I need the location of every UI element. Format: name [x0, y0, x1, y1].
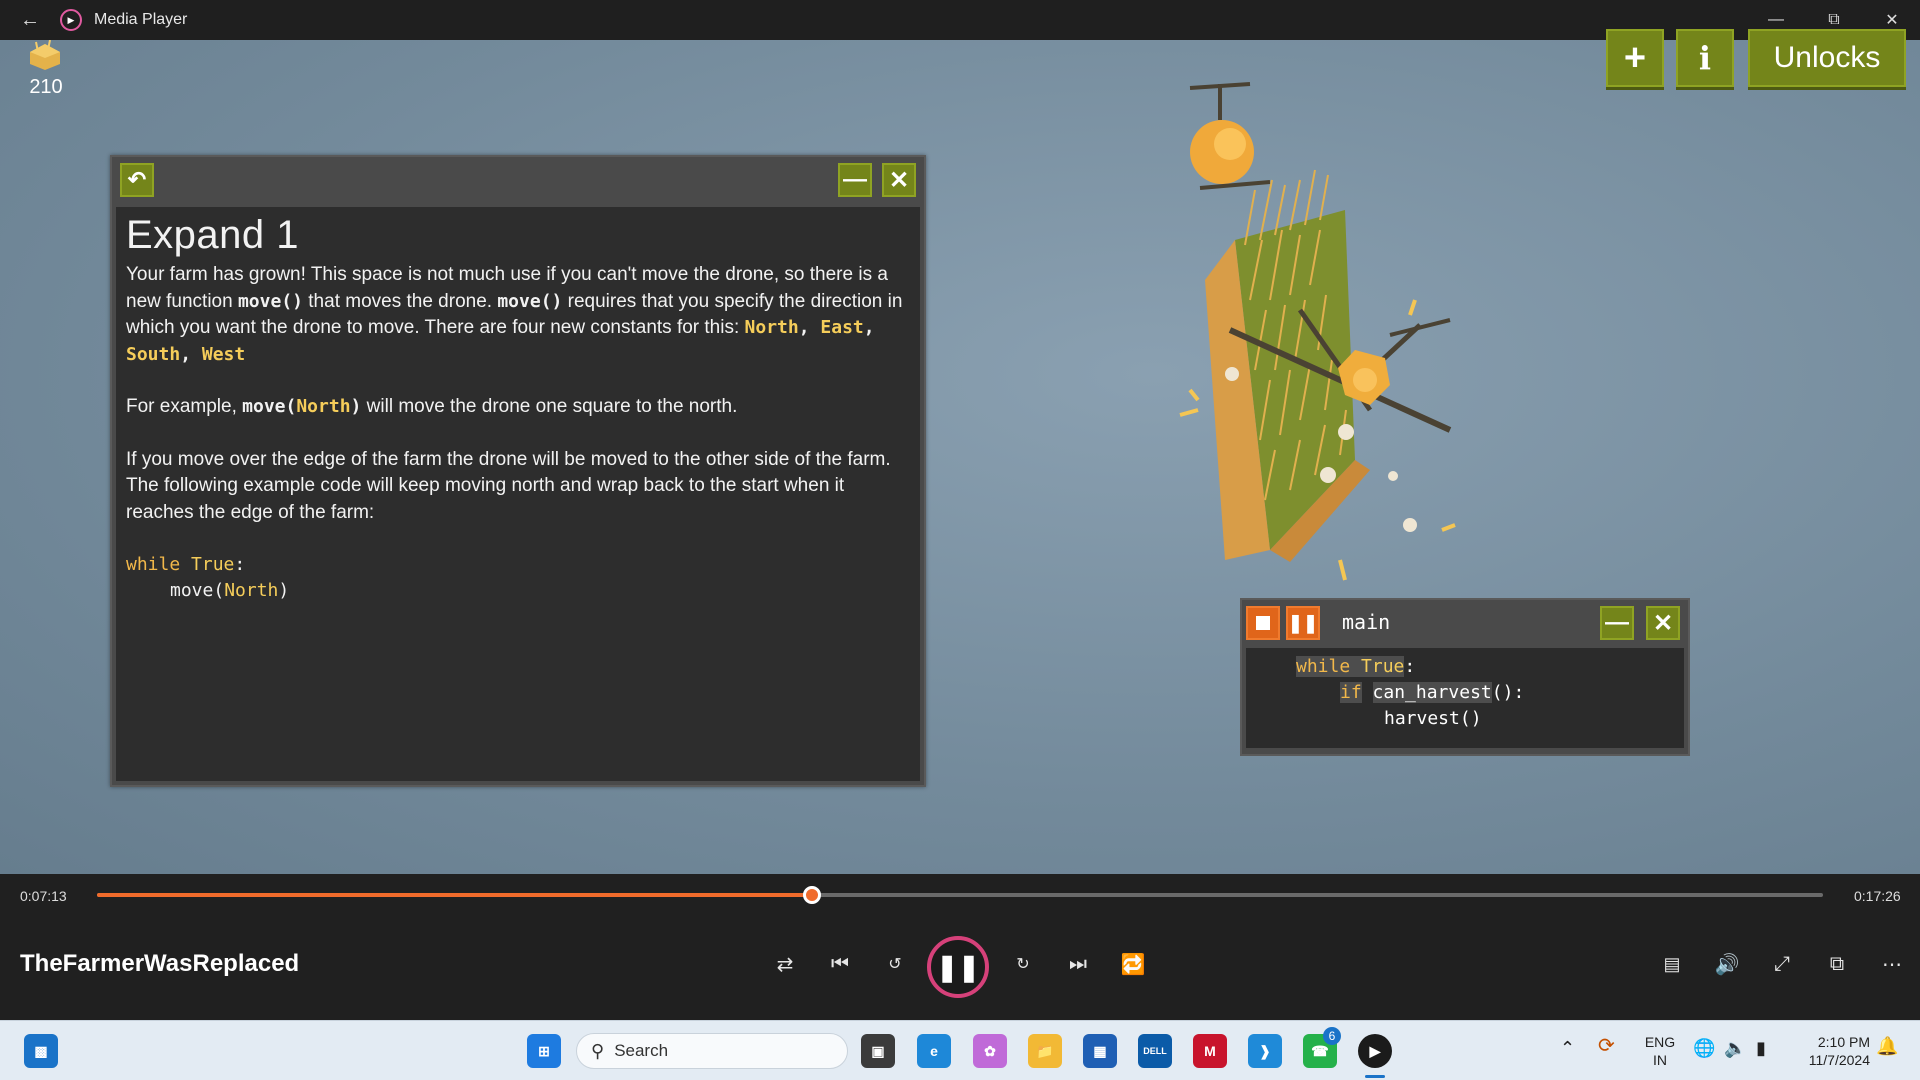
minimize-icon[interactable]: —	[838, 163, 872, 197]
total-time: 0:17:26	[1854, 888, 1901, 904]
back-arrow-icon[interactable]: ←	[0, 0, 60, 40]
clock[interactable]: 2:10 PM 11/7/2024	[1790, 1033, 1870, 1069]
farm-drone-illustration	[1179, 82, 1456, 581]
seek-bar-progress	[97, 893, 812, 897]
shuffle-icon[interactable]: ⇄	[763, 942, 807, 986]
dell-icon[interactable]: DELL	[1138, 1034, 1172, 1068]
info-paragraph-4: The following example code will keep mov…	[126, 475, 845, 523]
fullscreen-icon[interactable]: ⤢	[1760, 942, 1804, 986]
add-button[interactable]: +	[1606, 29, 1664, 87]
store-icon[interactable]: ▦	[1083, 1034, 1117, 1068]
media-player-app-icon: ▶	[60, 9, 82, 31]
more-options-icon[interactable]: ⋯	[1870, 942, 1914, 986]
battery-icon[interactable]: ▮	[1756, 1039, 1766, 1057]
current-time: 0:07:13	[20, 888, 67, 904]
task-view-icon[interactable]: ▣	[861, 1034, 895, 1068]
stop-icon[interactable]	[1246, 606, 1280, 640]
volume-tray-icon[interactable]: 🔈	[1724, 1039, 1746, 1057]
info-window: ↶ — ✕ Expand 1 Your farm has grown! This…	[110, 155, 926, 787]
search-icon: ⚲	[591, 1040, 605, 1061]
media-player-taskbar-icon[interactable]: ▶	[1358, 1034, 1392, 1068]
media-controls: 0:07:13 0:17:26 TheFarmerWasReplaced ⇄ ⏮…	[0, 874, 1920, 1020]
vscode-icon[interactable]: ❱	[1248, 1034, 1282, 1068]
volume-icon[interactable]: 🔊	[1705, 942, 1749, 986]
edge-icon[interactable]: e	[917, 1034, 951, 1068]
info-paragraph-1: Your farm has grown! This space is not m…	[126, 264, 903, 365]
notifications-icon[interactable]: 🔔	[1876, 1037, 1898, 1055]
repeat-icon[interactable]: 🔁	[1111, 942, 1155, 986]
code-window-main: ❚❚ main — ✕ while True: if can_harvest()…	[1240, 598, 1690, 756]
unlocks-button[interactable]: Unlocks	[1748, 29, 1906, 87]
info-paragraph-2: For example, move(North) will move the d…	[126, 396, 738, 417]
language-indicator[interactable]: ENG IN	[1640, 1033, 1680, 1069]
minimize-icon[interactable]: —	[1600, 606, 1634, 640]
mcafee-icon[interactable]: M	[1193, 1034, 1227, 1068]
widgets-icon[interactable]: ▩	[24, 1034, 58, 1068]
code-editor[interactable]: while True: if can_harvest(): harvest()	[1246, 648, 1684, 748]
copilot-icon[interactable]: ✿	[973, 1034, 1007, 1068]
drone-top	[1189, 82, 1271, 190]
forward-30-icon[interactable]: ↻	[1001, 942, 1045, 986]
pause-button[interactable]: ❚❚	[927, 936, 989, 998]
taskbar-search[interactable]: ⚲ Search	[576, 1033, 848, 1069]
info-paragraph-3: If you move over the edge of the farm th…	[126, 448, 891, 470]
show-hidden-icons-icon[interactable]: ⌃	[1560, 1039, 1575, 1057]
info-window-body: Expand 1 Your farm has grown! This space…	[116, 207, 920, 781]
info-title: Expand 1	[126, 213, 300, 257]
code-window-title: main	[1342, 610, 1391, 634]
whatsapp-badge: 6	[1323, 1027, 1341, 1045]
sync-icon[interactable]: ⟳	[1598, 1036, 1615, 1056]
code-window-header[interactable]: ❚❚ main — ✕	[1242, 600, 1688, 644]
close-icon[interactable]: ✕	[882, 163, 916, 197]
back-arrow-icon[interactable]: ↶	[120, 163, 154, 197]
info-window-header[interactable]: ↶ — ✕	[112, 157, 924, 205]
mini-player-icon[interactable]: ⧉	[1815, 942, 1859, 986]
seek-bar-thumb[interactable]	[802, 886, 821, 904]
media-title: TheFarmerWasReplaced	[20, 950, 300, 977]
info-button[interactable]: i	[1676, 29, 1734, 87]
network-icon[interactable]: 🌐	[1693, 1039, 1715, 1057]
pause-icon[interactable]: ❚❚	[1286, 606, 1320, 640]
start-icon[interactable]: ⊞	[527, 1034, 561, 1068]
hay-resource-icon	[30, 40, 60, 70]
active-app-indicator	[1365, 1075, 1385, 1078]
info-code-example: while True: move(North)	[126, 554, 290, 601]
taskbar: ▩ ⊞ ⚲ Search ▣ e ✿ 📁 ▦ DELL M ❱ ☎ 6 ▶ ⌃ …	[0, 1020, 1920, 1080]
previous-icon[interactable]: ⏮	[818, 942, 862, 986]
rewind-10-icon[interactable]: ↺	[873, 942, 917, 986]
subtitles-icon[interactable]: ▤	[1650, 942, 1694, 986]
seek-bar[interactable]	[97, 886, 1823, 904]
hay-count: 210	[29, 76, 63, 98]
window-title: Media Player	[94, 11, 188, 28]
close-icon[interactable]: ✕	[1646, 606, 1680, 640]
file-explorer-icon[interactable]: 📁	[1028, 1034, 1062, 1068]
next-icon[interactable]: ⏭	[1056, 942, 1100, 986]
